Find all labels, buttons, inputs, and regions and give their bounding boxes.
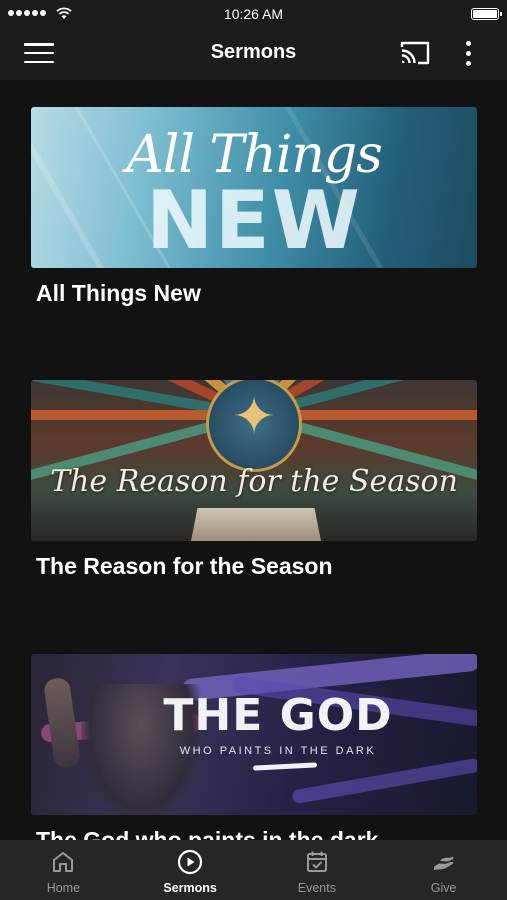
more-options-icon[interactable]: [458, 38, 478, 68]
sermon-title: The Reason for the Season: [36, 553, 333, 579]
sermon-card-all-things-new[interactable]: All Things NEW All Things New: [31, 107, 477, 307]
nav-events[interactable]: Events: [254, 840, 381, 900]
sermon-title: All Things New: [36, 280, 201, 306]
manger-graphic: [191, 508, 321, 541]
nav-label: Home: [46, 881, 81, 895]
artwork-subtitle-text: WHO PAINTS IN THE DARK: [179, 745, 377, 757]
play-circle-icon: [178, 849, 203, 875]
calendar-check-icon: [306, 851, 327, 872]
artwork-big-text: NEW: [146, 174, 362, 267]
status-time: 10:26 AM: [223, 6, 284, 22]
nav-label: Events: [297, 881, 336, 895]
sermon-card-the-god-who-paints[interactable]: THE GOD WHO PAINTS IN THE DARK The God w…: [31, 654, 477, 840]
nav-sermons[interactable]: Sermons: [127, 840, 254, 900]
nav-give[interactable]: Give: [380, 840, 507, 900]
brush-underline: [252, 762, 318, 771]
nav-label: Give: [430, 881, 457, 895]
sermon-card-reason-for-the-season[interactable]: ✦ The Reason for the Season The Reason f…: [31, 380, 477, 580]
star-medallion: ✦: [206, 380, 302, 472]
home-icon: [53, 852, 74, 872]
sermon-list: All Things NEW All Things New ✦ The Reas…: [0, 80, 507, 840]
nav-home[interactable]: Home: [0, 840, 127, 900]
battery-icon: [471, 8, 502, 20]
app-bar: Sermons: [0, 28, 507, 80]
bottom-navigation: Home Sermons Events Give: [0, 840, 507, 900]
artwork-title-text: THE GOD: [163, 690, 393, 741]
sermon-artwork: THE GOD WHO PAINTS IN THE DARK: [31, 654, 477, 815]
sermon-artwork: All Things NEW: [31, 107, 477, 268]
nav-label: Sermons: [163, 881, 217, 895]
sermon-artwork: ✦ The Reason for the Season: [31, 380, 477, 541]
artwork-title-text: The Reason for the Season: [50, 464, 458, 499]
sermon-title: The God who paints in the dark: [36, 827, 379, 840]
star-icon: ✦: [232, 388, 276, 446]
cast-icon[interactable]: [399, 40, 431, 66]
status-bar: 10:26 AM: [0, 0, 507, 28]
giving-hand-icon: [433, 856, 454, 870]
